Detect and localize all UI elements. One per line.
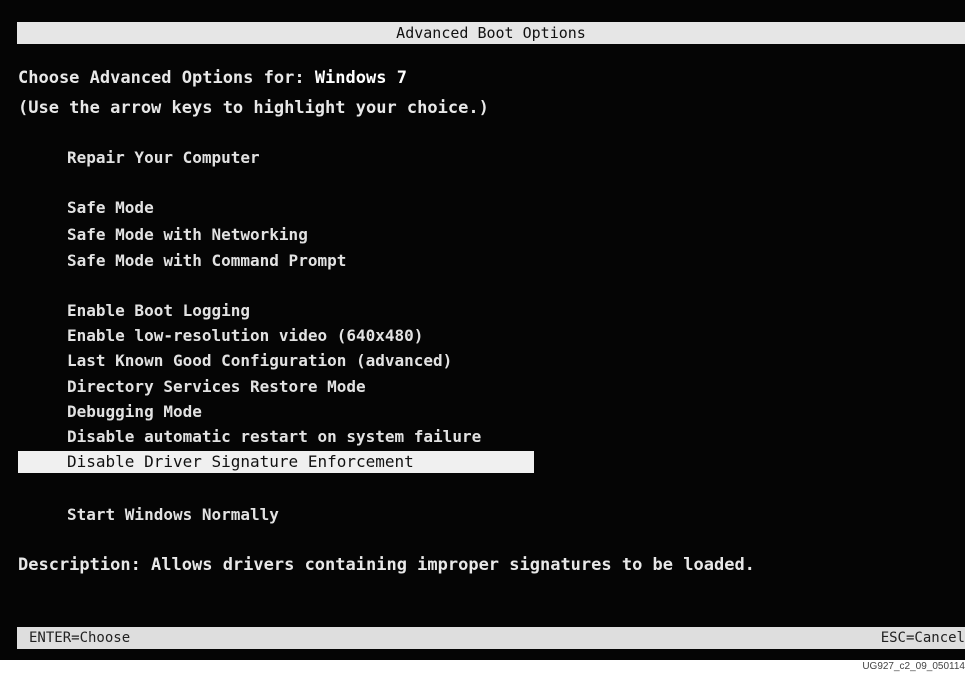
menu-item-safe-mode-command-prompt[interactable]: Safe Mode with Command Prompt <box>67 250 346 272</box>
menu-item-disable-driver-signature-selected[interactable]: Disable Driver Signature Enforcement <box>18 451 534 473</box>
instruction-text: (Use the arrow keys to highlight your ch… <box>18 98 489 118</box>
esc-cancel-hint: ESC=Cancel <box>880 630 965 646</box>
boot-screen: Advanced Boot Options Choose Advanced Op… <box>0 0 965 660</box>
title-bar: Advanced Boot Options <box>17 22 965 44</box>
os-name: Windows 7 <box>314 68 407 88</box>
figure-caption: UG927_c2_09_050114 <box>862 661 965 672</box>
footer-bar: ENTER=Choose ESC=Cancel <box>17 627 965 649</box>
menu-item-start-windows-normally[interactable]: Start Windows Normally <box>67 504 279 526</box>
description-text: Description: Allows drivers containing i… <box>18 555 755 575</box>
choose-prompt: Choose Advanced Options for: Windows 7 <box>18 67 407 89</box>
choose-prefix: Choose Advanced Options for: <box>18 68 315 88</box>
menu-item-safe-mode-networking[interactable]: Safe Mode with Networking <box>67 224 308 246</box>
menu-item-low-resolution-video[interactable]: Enable low-resolution video (640x480) <box>67 325 423 347</box>
menu-item-debugging-mode[interactable]: Debugging Mode <box>67 401 202 423</box>
menu-item-disable-automatic-restart[interactable]: Disable automatic restart on system fail… <box>67 426 481 448</box>
enter-choose-hint: ENTER=Choose <box>29 630 131 646</box>
menu-item-boot-logging[interactable]: Enable Boot Logging <box>67 300 250 322</box>
menu-item-last-known-good[interactable]: Last Known Good Configuration (advanced) <box>67 350 452 372</box>
menu-item-repair[interactable]: Repair Your Computer <box>67 147 260 169</box>
menu-item-safe-mode[interactable]: Safe Mode <box>67 197 154 219</box>
menu-item-directory-services-restore[interactable]: Directory Services Restore Mode <box>67 376 366 398</box>
